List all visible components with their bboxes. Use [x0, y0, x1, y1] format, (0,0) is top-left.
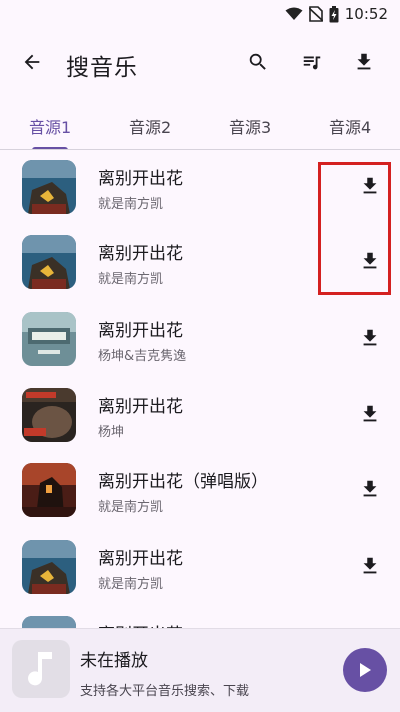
play-button[interactable]: [343, 648, 387, 692]
album-cover: [22, 160, 76, 214]
list-item[interactable]: 离别开出花 杨坤: [0, 378, 400, 454]
song-artist: 杨坤: [98, 425, 125, 440]
download-icon: [363, 480, 377, 497]
app-bar: 搜音乐: [0, 30, 400, 96]
player-subtitle: 支持各大平台音乐搜索、下载: [80, 684, 250, 699]
mini-player[interactable]: 未在播放 支持各大平台音乐搜索、下载: [0, 628, 400, 712]
download-button[interactable]: [356, 400, 384, 428]
download-icon: [363, 405, 377, 422]
album-cover: [22, 388, 76, 442]
source-tabs: 音源1 音源2 音源3 音源4: [0, 104, 400, 150]
page-title: 搜音乐: [66, 55, 138, 81]
playlist-button[interactable]: [294, 44, 330, 80]
play-icon: [360, 663, 371, 677]
download-icon: [363, 557, 377, 574]
song-title: 离别开出花: [98, 244, 183, 264]
download-icon: [357, 53, 371, 70]
album-cover: [22, 616, 76, 628]
song-title: 离别开出花: [98, 549, 183, 569]
download-button[interactable]: [356, 475, 384, 503]
music-note-icon: [28, 652, 52, 686]
back-arrow-icon: [24, 54, 40, 70]
song-title: 离别开出花: [98, 321, 183, 341]
song-title: 离别开出花: [98, 620, 183, 628]
album-cover: [22, 463, 76, 517]
back-button[interactable]: [14, 44, 50, 80]
album-cover: [22, 312, 76, 366]
download-button[interactable]: [356, 324, 384, 352]
song-artist: 就是南方凯: [98, 272, 164, 287]
tab-source-2[interactable]: 音源2: [129, 114, 171, 138]
album-cover: [22, 540, 76, 594]
song-artist: 就是南方凯: [98, 577, 164, 592]
download-icon: [363, 329, 377, 346]
song-title: 离别开出花（弹唱版）: [98, 472, 268, 492]
battery-charging-icon: [329, 5, 339, 22]
list-item[interactable]: 离别开出花（弹唱版） 就是南方凯: [0, 453, 400, 529]
playlist-icon: [303, 56, 321, 70]
album-cover: [22, 235, 76, 289]
song-artist: 杨坤&吉克隽逸: [98, 349, 187, 364]
search-icon: [249, 53, 266, 70]
highlight-box: [318, 162, 391, 295]
list-item[interactable]: 离别开出花 杨坤&吉克隽逸: [0, 302, 400, 378]
tab-source-1[interactable]: 音源1: [29, 114, 71, 138]
no-sim-icon: [308, 6, 323, 22]
status-time: 10:52: [344, 5, 388, 23]
song-artist: 就是南方凯: [98, 500, 164, 515]
search-button[interactable]: [240, 44, 276, 80]
song-title: 离别开出花: [98, 397, 183, 417]
tab-source-4[interactable]: 音源4: [329, 114, 371, 138]
player-title: 未在播放: [80, 651, 148, 671]
list-item[interactable]: 离别开出花 就是南方凯: [0, 530, 400, 606]
download-button[interactable]: [356, 552, 384, 580]
download-all-button[interactable]: [346, 44, 382, 80]
wifi-icon: [285, 7, 303, 20]
status-bar: 10:52: [0, 0, 400, 30]
song-artist: 就是南方凯: [98, 197, 164, 212]
player-artwork: [12, 640, 70, 698]
list-item[interactable]: 离别开出花: [0, 606, 400, 628]
song-title: 离别开出花: [98, 169, 183, 189]
tab-source-3[interactable]: 音源3: [229, 114, 271, 138]
